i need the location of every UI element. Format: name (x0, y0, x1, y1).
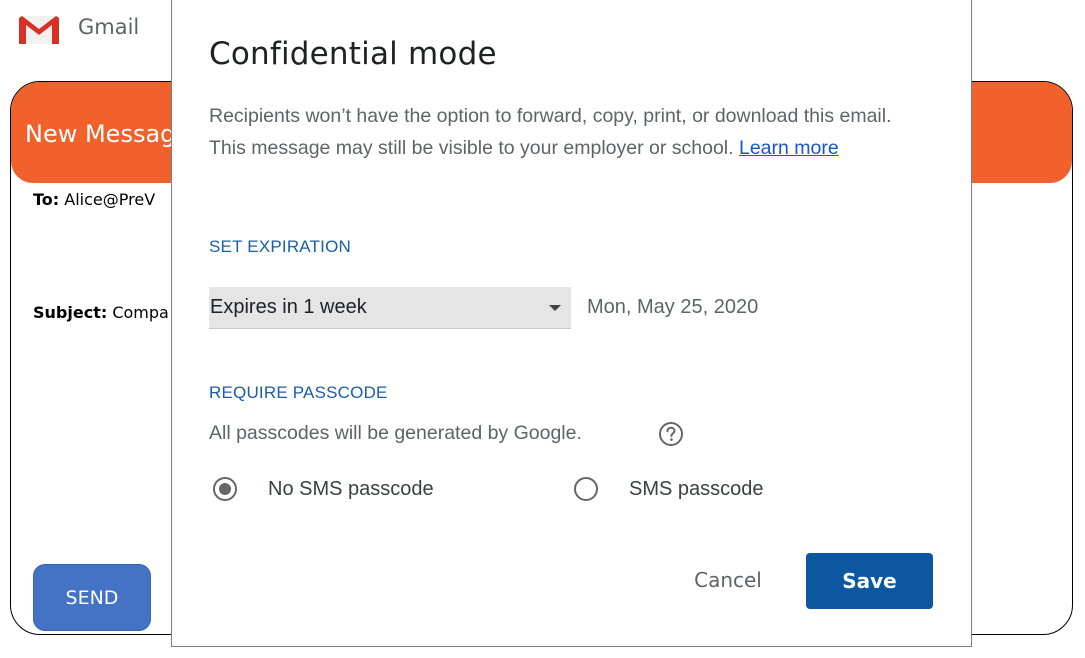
subject-value: Compa (112, 303, 169, 322)
app-name: Gmail (78, 15, 140, 39)
expiration-selected-value: Expires in 1 week (210, 296, 367, 318)
confidential-mode-dialog: Confidential mode Recipients won’t have … (171, 0, 972, 647)
save-button[interactable]: Save (806, 553, 933, 609)
radio-sms-passcode[interactable]: SMS passcode (573, 476, 764, 502)
expiration-date: Mon, May 25, 2020 (587, 296, 759, 318)
radio-label: No SMS passcode (268, 477, 434, 500)
radio-no-sms-passcode[interactable]: No SMS passcode (212, 476, 434, 502)
expiration-select[interactable]: Expires in 1 week (209, 287, 571, 329)
help-circle-icon[interactable] (658, 421, 684, 447)
radio-selected-icon (213, 477, 237, 501)
radio-label: SMS passcode (629, 477, 764, 500)
send-button[interactable]: SEND (33, 564, 151, 631)
cancel-button[interactable]: Cancel (676, 558, 780, 602)
to-value: Alice@PreV (64, 190, 156, 209)
set-expiration-label: SET EXPIRATION (209, 237, 351, 256)
gmail-logo-icon (19, 16, 59, 44)
passcode-note: All passcodes will be generated by Googl… (209, 422, 582, 444)
compose-title: New Message (25, 120, 191, 148)
to-field[interactable]: To: Alice@PreV (33, 190, 155, 209)
radio-unselected-icon (574, 477, 598, 501)
require-passcode-label: REQUIRE PASSCODE (209, 383, 388, 402)
subject-field[interactable]: Subject: Compa (33, 303, 169, 322)
subject-label: Subject: (33, 303, 108, 322)
dialog-description: Recipients won’t have the option to forw… (209, 100, 929, 164)
to-label: To: (33, 190, 60, 209)
dropdown-caret-icon (549, 305, 561, 311)
dialog-title: Confidential mode (209, 36, 497, 72)
learn-more-link[interactable]: Learn more (739, 137, 839, 159)
